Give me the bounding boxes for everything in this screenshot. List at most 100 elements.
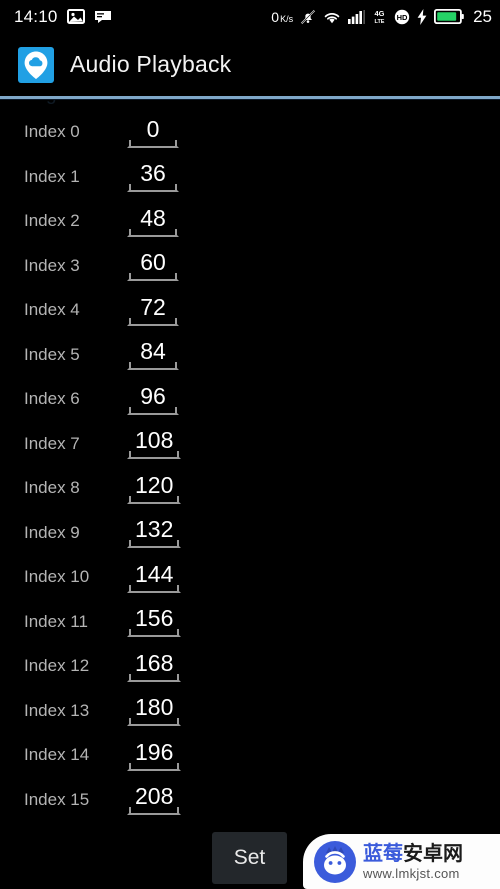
app-bar: Audio Playback	[0, 33, 500, 96]
index-row: Index 1 36	[0, 155, 500, 200]
index-value-text: 180	[135, 694, 174, 721]
underline-tick-right	[177, 584, 180, 593]
underline-tick-left	[129, 673, 131, 682]
index-value-text: 0	[146, 115, 160, 142]
underline-tick-left	[129, 317, 131, 326]
hd-icon: HD	[394, 9, 410, 25]
blueberry-android-mascot-icon	[313, 840, 357, 884]
index-value-text: 132	[135, 516, 174, 543]
index-row-label: Index 9	[24, 522, 80, 542]
index-row: Index 15 208	[0, 778, 500, 823]
index-row-label: Index 14	[24, 745, 90, 765]
underline-tick-left	[129, 629, 131, 638]
underline-tick-left	[129, 762, 131, 771]
svg-text:HD: HD	[397, 13, 408, 22]
index-list: Index 0 0 Index 1 36 Index 2 48 Index 3 60 Index…	[0, 110, 500, 822]
page-title: Audio Playback	[70, 51, 232, 77]
app-cloud-pin-icon	[18, 46, 54, 83]
index-value-text: 196	[135, 738, 174, 765]
index-value-text: 60	[140, 249, 166, 276]
data-rate-indicator: 0 K/s	[271, 9, 293, 25]
underline-tick-left	[129, 139, 131, 148]
scroll-content[interactable]: Digital Gain Index 00Index 136Index 248I…	[0, 96, 500, 889]
index-value-input[interactable]: 208	[127, 783, 182, 816]
underline-tick-right	[177, 540, 180, 549]
index-value-text: 72	[140, 293, 166, 320]
index-row: Index 3 60	[0, 244, 500, 289]
underline-tick-right	[177, 629, 180, 638]
underline-tick-left	[129, 495, 131, 504]
underline-tick-right	[177, 451, 180, 460]
data-rate-value: 0	[271, 8, 280, 25]
index-row: Index 7 108	[0, 422, 500, 467]
index-value-text: 48	[140, 204, 166, 231]
index-value-text: 156	[135, 605, 174, 632]
4g-lte-icon: 4G LTE	[372, 9, 387, 25]
index-row: Index 8 120	[0, 466, 500, 511]
index-value-text: 208	[135, 783, 174, 810]
index-value-input[interactable]: 196	[127, 738, 182, 771]
index-value-input[interactable]: 108	[127, 427, 182, 460]
index-value-input[interactable]: 120	[127, 473, 182, 504]
index-value-text: 96	[140, 382, 166, 409]
charging-bolt-icon	[417, 8, 427, 25]
index-value-input[interactable]: 168	[127, 651, 182, 682]
index-value-text: 36	[140, 160, 166, 187]
index-value-text: 84	[140, 338, 166, 365]
signal-bars-icon	[348, 9, 365, 24]
underline-tick-left	[129, 584, 131, 593]
message-icon	[94, 10, 112, 24]
index-value-text: 108	[135, 427, 174, 454]
index-value-input[interactable]: 84	[127, 338, 179, 371]
index-row: Index 13 180	[0, 689, 500, 734]
index-row: Index 6 96	[0, 377, 500, 422]
underline-tick-right	[175, 406, 177, 415]
watermark-text: 蓝莓安卓网 www.lmkjst.com	[363, 844, 463, 880]
index-value-input[interactable]: 36	[127, 160, 179, 193]
underline-tick-left	[129, 362, 131, 371]
mute-bell-icon	[300, 9, 316, 25]
index-value-input[interactable]: 48	[127, 206, 179, 237]
index-row: Index 9 132	[0, 511, 500, 556]
index-value-input[interactable]: 132	[127, 516, 182, 549]
index-value-input[interactable]: 180	[127, 694, 182, 727]
set-button[interactable]: Set	[212, 832, 287, 884]
watermark-url: www.lmkjst.com	[363, 865, 460, 881]
wifi-icon	[323, 10, 341, 24]
battery-icon	[434, 8, 464, 24]
index-row: Index 12 168	[0, 644, 500, 689]
underline-tick-left	[129, 718, 131, 727]
index-row: Index 14 196	[0, 733, 500, 778]
underline-tick-right	[177, 495, 180, 504]
underline-tick-left	[129, 406, 131, 415]
index-row-label: Index 5	[24, 344, 80, 364]
index-row: Index 5 84	[0, 333, 500, 378]
index-value-text: 144	[135, 560, 174, 587]
status-bar-left: 14:10	[14, 7, 112, 27]
watermark-brand-blue: 蓝莓	[363, 842, 403, 865]
underline-tick-left	[129, 184, 131, 193]
svg-text:4G: 4G	[375, 9, 385, 18]
index-row-label: Index 6	[24, 389, 80, 409]
underline-tick-left	[129, 228, 131, 237]
index-value-input[interactable]: 156	[127, 605, 182, 638]
index-value-input[interactable]: 0	[127, 117, 179, 148]
status-bar-right: 0 K/s 4G LTE HD 25	[271, 7, 492, 27]
image-icon	[66, 9, 85, 24]
index-row: Index 4 72	[0, 288, 500, 333]
underline-tick-right	[175, 317, 177, 326]
watermark: 蓝莓安卓网 www.lmkjst.com	[303, 834, 500, 889]
index-value-input[interactable]: 144	[127, 560, 182, 593]
index-row-label: Index 11	[24, 611, 88, 631]
index-row-label: Index 12	[24, 656, 90, 676]
watermark-brand-dark: 安卓网	[403, 842, 463, 865]
index-row-label: Index 1	[24, 166, 80, 186]
index-value-input[interactable]: 60	[127, 249, 179, 282]
status-clock: 14:10	[14, 6, 58, 26]
index-value-input[interactable]: 96	[127, 384, 179, 415]
underline-tick-right	[177, 762, 180, 771]
underline-tick-left	[129, 540, 131, 549]
underline-tick-left	[129, 807, 131, 816]
index-value-input[interactable]: 72	[127, 295, 179, 326]
index-row: Index 0 0	[0, 110, 500, 155]
